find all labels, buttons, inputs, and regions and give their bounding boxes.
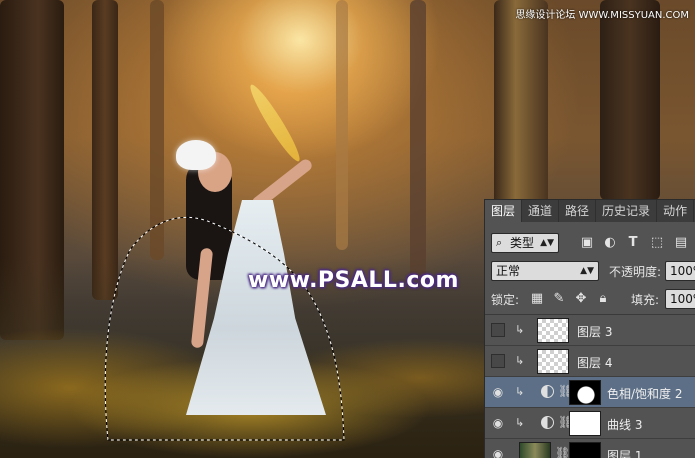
adjustment-filter-icon[interactable]: ◐ (602, 235, 618, 251)
shape-filter-icon[interactable]: ⬚ (649, 235, 665, 251)
clipping-arrow-icon: ↳ (515, 354, 525, 367)
layer-thumbnail (519, 442, 551, 458)
fill-label: 填充: (631, 293, 660, 307)
opacity-label: 不透明度: (609, 265, 662, 279)
layer-mask-thumbnail[interactable] (569, 411, 601, 436)
lock-position-icon[interactable]: ✥ (573, 291, 589, 307)
tab-history[interactable]: 历史记录 (596, 200, 658, 222)
eye-icon[interactable]: ◉ (490, 384, 506, 400)
lock-brush-icon[interactable]: ✎ (551, 291, 567, 307)
layer-mask-thumbnail[interactable] (569, 380, 601, 405)
eye-icon[interactable]: ◉ (490, 446, 506, 458)
layer-name: 图层 1 (607, 449, 643, 458)
type-filter-icon[interactable]: T (625, 235, 641, 251)
chevron-down-icon: ▲▼ (580, 266, 594, 276)
layer-row-hue-saturation-2[interactable]: ◉ ↳ ⛓︎ 色相/饱和度 2 (485, 377, 695, 408)
eye-icon[interactable]: ◉ (490, 415, 506, 431)
lock-row: 锁定: ▦ ✎ ✥ 🔒︎ 填充: 100% (485, 288, 695, 310)
lock-all-icon[interactable]: 🔒︎ (595, 291, 611, 307)
tab-channels[interactable]: 通道 (522, 200, 560, 222)
search-icon: ⌕ (496, 236, 503, 249)
layer-row-layer-1[interactable]: ◉ ⛓︎ 图层 1 (485, 439, 695, 458)
layer-name: 图层 4 (577, 356, 613, 370)
blend-mode-value: 正常 (496, 264, 521, 278)
layer-row-curves-3[interactable]: ◉ ↳ ⛓︎ 曲线 3 (485, 408, 695, 439)
layers-panel: 图层 通道 路径 历史记录 动作 ⌕ 类型 ▲▼ ▣ ◐ T ⬚ ▤ 正常 ▲▼… (484, 199, 695, 458)
chevron-down-icon: ▲▼ (540, 238, 554, 248)
layer-mask-thumbnail[interactable] (569, 442, 601, 458)
site-watermark: 思缘设计论坛 WWW.MISSYUAN.COM (515, 10, 689, 21)
visibility-toggle-off[interactable] (491, 323, 505, 337)
clipping-arrow-icon: ↳ (515, 323, 525, 336)
clipping-arrow-icon: ↳ (515, 416, 525, 429)
layer-thumbnail (537, 318, 569, 343)
image-filter-icon[interactable]: ▣ (579, 235, 595, 251)
layer-name: 曲线 3 (607, 418, 643, 432)
blend-mode-select[interactable]: 正常 ▲▼ (491, 261, 599, 281)
layer-row-layer-3[interactable]: ↳ 图层 3 (485, 315, 695, 346)
layer-name: 色相/饱和度 2 (607, 387, 683, 401)
blend-mode-row: 正常 ▲▼ 不透明度: 100% (485, 260, 695, 282)
link-icon[interactable]: ⛓︎ (555, 446, 570, 458)
adjustment-layer-icon (541, 385, 554, 398)
layer-name: 图层 3 (577, 325, 613, 339)
tab-paths[interactable]: 路径 (559, 200, 597, 222)
clipping-arrow-icon: ↳ (515, 385, 525, 398)
lock-label: 锁定: (491, 293, 520, 307)
fill-input[interactable]: 100% (665, 289, 695, 309)
visibility-toggle-off[interactable] (491, 354, 505, 368)
panel-tabs: 图层 通道 路径 历史记录 动作 (485, 200, 695, 222)
layer-row-layer-4[interactable]: ↳ 图层 4 (485, 346, 695, 377)
layer-filter-select[interactable]: ⌕ 类型 ▲▼ (491, 233, 559, 253)
layer-thumbnail (537, 349, 569, 374)
watermark-text: www.PSALL.com (248, 268, 459, 293)
tab-layers[interactable]: 图层 (485, 200, 523, 222)
lock-transparent-icon[interactable]: ▦ (529, 291, 545, 307)
opacity-input[interactable]: 100% (665, 261, 695, 281)
smart-object-filter-icon[interactable]: ▤ (673, 235, 689, 251)
layer-filter-row: ⌕ 类型 ▲▼ ▣ ◐ T ⬚ ▤ (485, 232, 695, 254)
tab-actions[interactable]: 动作 (657, 200, 695, 222)
filter-label: 类型 (510, 236, 535, 250)
adjustment-layer-icon (541, 416, 554, 429)
